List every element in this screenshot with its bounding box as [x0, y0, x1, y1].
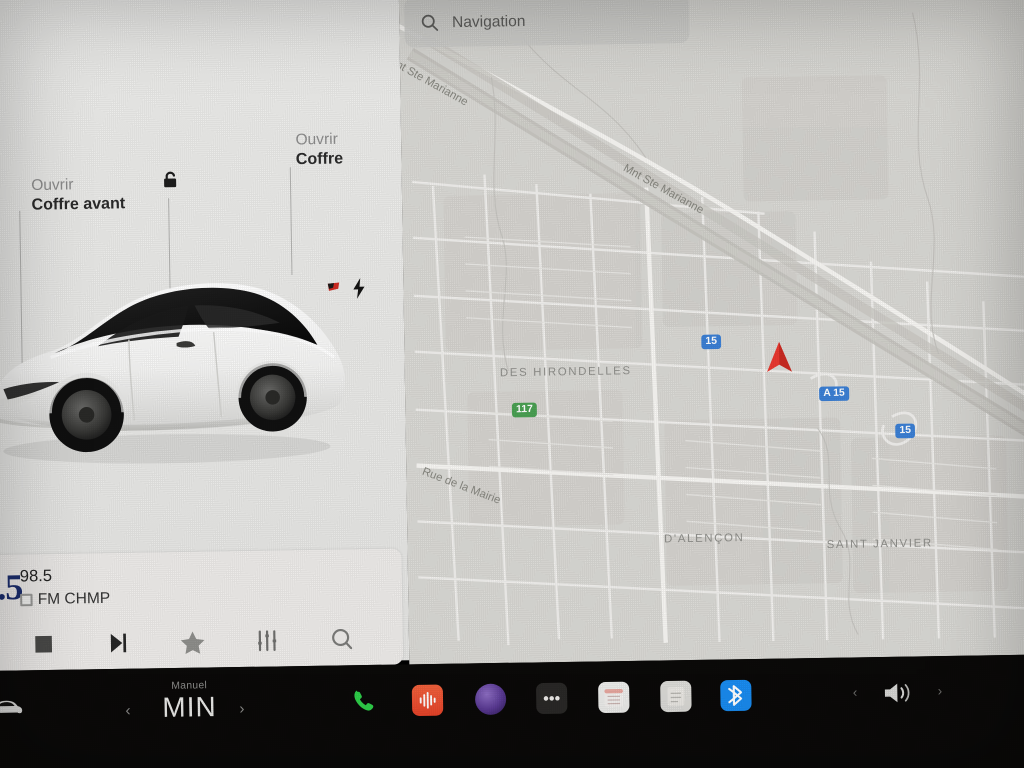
map-canvas[interactable]: [398, 0, 1024, 665]
map-area-label: DES HIRONDELLES: [499, 364, 632, 380]
notes-app-icon[interactable]: [660, 680, 692, 713]
stop-button[interactable]: [26, 628, 62, 660]
navigation-search-bar[interactable]: Navigation: [404, 0, 690, 48]
speaker-volume-icon[interactable]: [880, 677, 922, 709]
frunk-action-label: Ouvrir: [31, 175, 74, 195]
taskbar-content: ‹ Manuel MIN › ‹ ›: [0, 661, 1024, 750]
navigation-map-panel[interactable]: DES HIRONDELLES D'ALENÇON SAINT JANVIER …: [398, 0, 1024, 665]
road-shield-15-lower: 15: [895, 423, 916, 439]
media-app-icon[interactable]: [411, 684, 444, 717]
trunk-target-label: Coffre: [295, 149, 344, 169]
voice-app-icon[interactable]: [474, 683, 507, 716]
more-apps-icon[interactable]: [535, 682, 568, 715]
map-area-label: D'ALENÇON: [664, 531, 745, 546]
volume-increase-icon[interactable]: ›: [938, 683, 943, 699]
equalizer-button[interactable]: [249, 625, 285, 657]
chevron-right-icon[interactable]: ›: [239, 700, 244, 718]
vehicle-position-arrow: [767, 341, 792, 373]
trunk-action-label: Ouvrir: [295, 130, 338, 149]
map-area-label: SAINT JANVIER: [826, 537, 933, 552]
bluetooth-icon[interactable]: [720, 679, 752, 712]
climate-control[interactable]: ‹ Manuel MIN ›: [117, 679, 263, 733]
tesla-touchscreen: Ouvrir Coffre avant Ouvrir Coffre 98.5 9…: [0, 0, 1024, 768]
navigation-search-placeholder: Navigation: [451, 11, 526, 31]
phone-app-icon[interactable]: [348, 686, 380, 718]
station-name-row: FM CHMP: [20, 589, 110, 608]
bottom-taskbar: ‹ Manuel MIN › ‹ ›: [0, 653, 1024, 768]
search-icon: [421, 14, 439, 31]
volume-decrease-icon[interactable]: ‹: [853, 684, 858, 700]
road-shield-15: 15: [701, 334, 722, 350]
media-player-card[interactable]: 98.5 98.5 FM CHMP: [0, 548, 404, 672]
station-name: FM CHMP: [37, 589, 111, 609]
hd-radio-badge: [20, 593, 33, 606]
road-shield-a15: A 15: [819, 386, 850, 402]
station-frequency: 98.5: [19, 567, 53, 586]
frunk-callout-text: Ouvrir Coffre avant: [31, 174, 125, 215]
vehicle-illustration: [0, 283, 345, 464]
charge-port-icon[interactable]: [352, 278, 367, 299]
car-front-icon[interactable]: [0, 695, 25, 718]
chevron-left-icon[interactable]: ‹: [125, 702, 130, 720]
media-controls: [0, 623, 378, 667]
favorite-button[interactable]: [175, 626, 211, 658]
search-button[interactable]: [324, 624, 360, 656]
taillight: [327, 282, 340, 291]
calendar-app-icon[interactable]: [598, 681, 630, 714]
trunk-callout-text: Ouvrir Coffre: [295, 129, 343, 169]
frunk-target-label: Coffre avant: [31, 194, 126, 214]
next-track-button[interactable]: [100, 627, 136, 659]
road-shield-117: 117: [511, 402, 538, 418]
unlock-icon[interactable]: [160, 169, 183, 192]
